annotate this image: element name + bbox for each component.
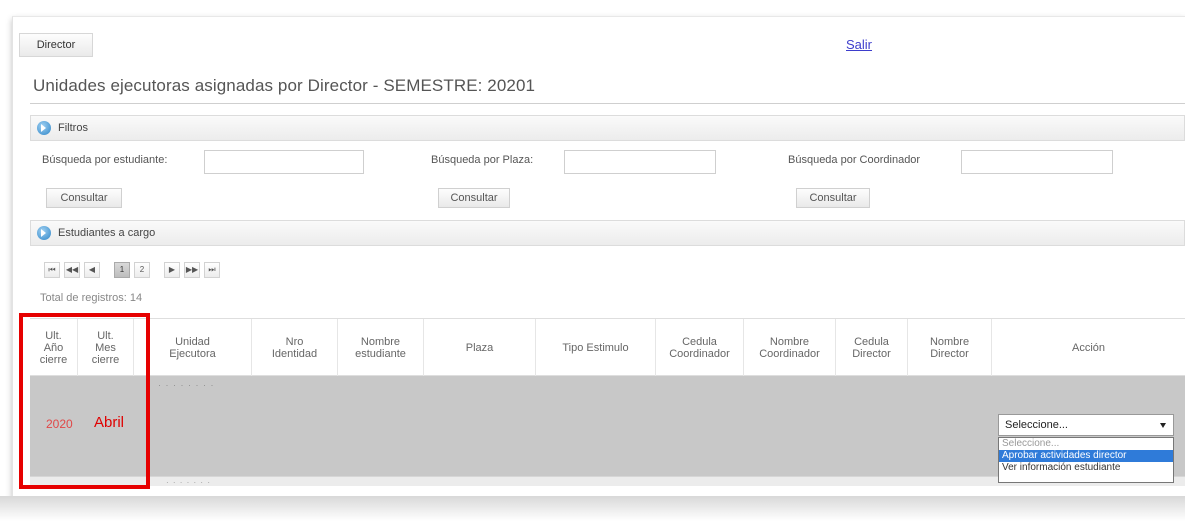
logout-link[interactable]: Salir <box>846 37 872 52</box>
col-nombre-director[interactable]: Nombre Director <box>908 319 992 377</box>
coordinator-consult-button[interactable]: Consultar <box>796 188 870 208</box>
page-title: Unidades ejecutoras asignadas por Direct… <box>33 76 536 95</box>
col-cedula-director[interactable]: Cedula Director <box>836 319 908 377</box>
action-select-value: Seleccione... <box>1005 419 1068 431</box>
coordinator-search-input[interactable] <box>961 150 1113 174</box>
student-search-label: Búsqueda por estudiante: <box>42 154 168 166</box>
coordinator-search-label: Búsqueda por Coordinador <box>788 154 921 166</box>
prev-page-button[interactable]: ◀ <box>84 262 100 278</box>
plaza-search-input[interactable] <box>564 150 716 174</box>
students-panel-header[interactable]: Estudiantes a cargo <box>30 220 1185 246</box>
action-select[interactable]: Seleccione... <box>998 414 1174 436</box>
tab-director[interactable]: Director <box>19 33 93 57</box>
col-nombre-coordinador[interactable]: Nombre Coordinador <box>744 319 836 377</box>
student-consult-button[interactable]: Consultar <box>46 188 122 208</box>
col-accion[interactable]: Acción <box>992 319 1185 377</box>
option-aprobar-actividades[interactable]: Aprobar actividades director <box>999 450 1173 462</box>
row-cell-stub: · · · · · · · · <box>158 380 215 390</box>
col-tipo-estimulo[interactable]: Tipo Estimulo <box>536 319 656 377</box>
action-dropdown-list: Seleccione... Aprobar actividades direct… <box>998 437 1174 483</box>
plaza-consult-button[interactable]: Consultar <box>438 188 510 208</box>
table-header: Ult. Año cierre Ult. Mes cierre Unidad E… <box>30 318 1185 377</box>
total-records: Total de registros: 14 <box>40 292 143 304</box>
expand-arrow-icon[interactable] <box>37 226 51 240</box>
col-unidad-ejecutora[interactable]: Unidad Ejecutora <box>134 319 252 377</box>
title-divider <box>30 103 1185 104</box>
fast-back-button[interactable]: ◀◀ <box>64 262 80 278</box>
col-cedula-coordinador[interactable]: Cedula Coordinador <box>656 319 744 377</box>
first-page-button[interactable]: ⏮ <box>44 262 60 278</box>
bottom-shadow <box>0 496 1185 521</box>
pagination: ⏮ ◀◀ ◀ 1 2 ▶ ▶▶ ⏭ <box>44 262 220 278</box>
page-1-button[interactable]: 1 <box>114 262 130 278</box>
fast-forward-button[interactable]: ▶▶ <box>184 262 200 278</box>
students-header-label: Estudiantes a cargo <box>58 227 156 239</box>
filters-panel-header[interactable]: Filtros <box>30 115 1185 141</box>
plaza-search-label: Búsqueda por Plaza: <box>431 154 534 166</box>
next-page-button[interactable]: ▶ <box>164 262 180 278</box>
option-seleccione[interactable]: Seleccione... <box>999 438 1173 450</box>
expand-arrow-icon[interactable] <box>37 121 51 135</box>
filters-header-label: Filtros <box>58 122 88 134</box>
highlight-annotation-box <box>19 313 150 489</box>
col-nro-identidad[interactable]: Nro Identidad <box>252 319 338 377</box>
chevron-down-icon <box>1160 423 1166 428</box>
filters-area: Búsqueda por estudiante: Consultar Búsqu… <box>30 141 1185 217</box>
page-2-button[interactable]: 2 <box>134 262 150 278</box>
option-ver-informacion[interactable]: Ver información estudiante <box>999 462 1173 474</box>
row-cell-stub: · · · · · · · <box>166 478 211 487</box>
last-page-button[interactable]: ⏭ <box>204 262 220 278</box>
student-search-input[interactable] <box>204 150 364 174</box>
col-nombre-estudiante[interactable]: Nombre estudiante <box>338 319 424 377</box>
col-plaza[interactable]: Plaza <box>424 319 536 377</box>
